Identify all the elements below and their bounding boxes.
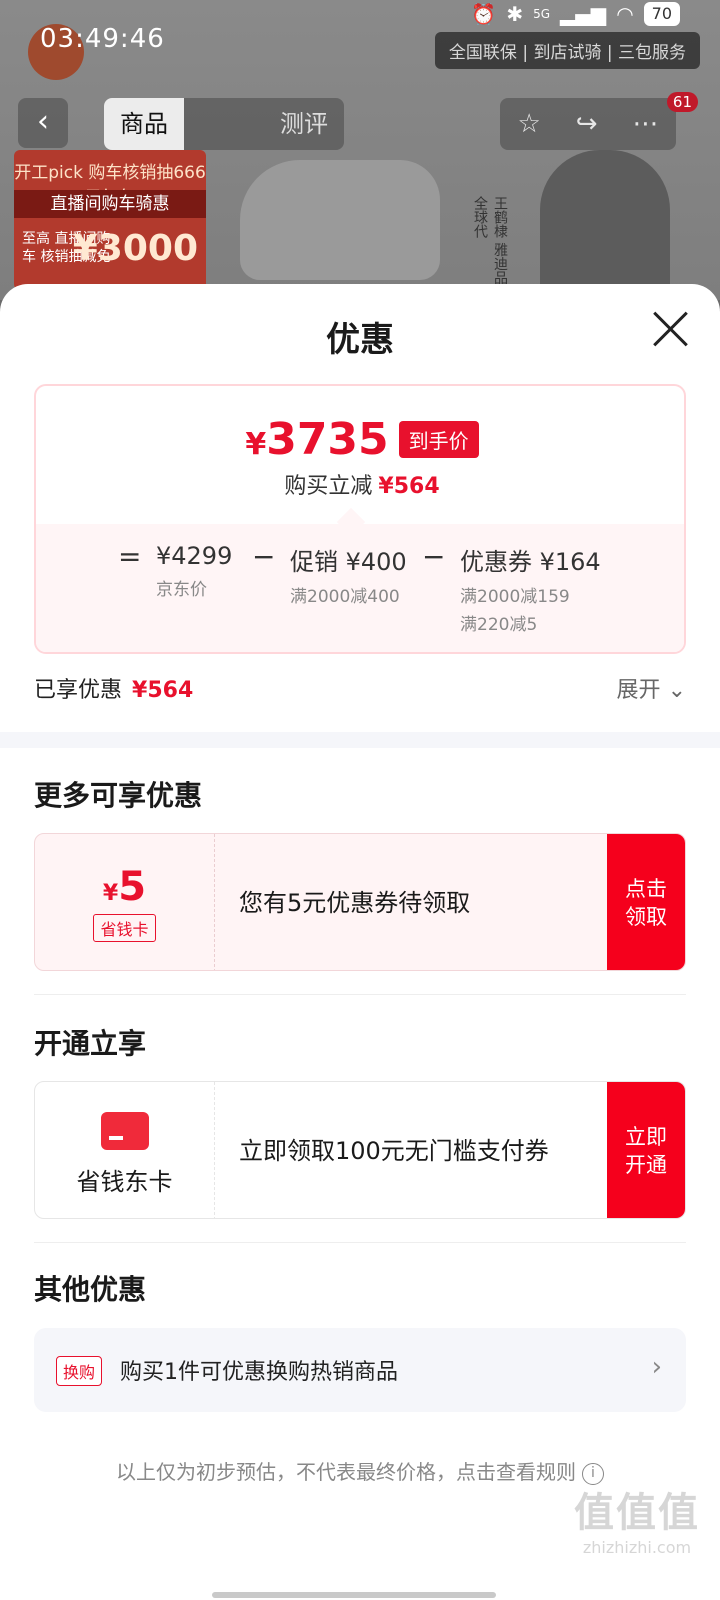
more-icon[interactable]: ⋯ xyxy=(632,109,658,139)
product-tabs: 商品 测评 xyxy=(104,98,344,150)
expand-button[interactable]: 展开 ⌄ xyxy=(617,672,686,704)
enjoyed-amount: ¥564 xyxy=(132,678,194,703)
final-price-row: ¥3735 到手价 xyxy=(36,414,684,465)
thin-divider xyxy=(34,1242,686,1243)
exchange-offer-row[interactable]: 换购 购买1件可优惠换购热销商品 › xyxy=(34,1328,686,1412)
claim-coupon-button[interactable]: 点击领取 xyxy=(607,834,685,970)
promo-amount: ¥3000 xyxy=(72,228,198,269)
reduce-amount: ¥564 xyxy=(378,474,440,499)
section-divider xyxy=(0,732,720,748)
alarm-icon: ⏰ xyxy=(471,2,497,26)
chevron-right-icon: › xyxy=(651,1352,662,1382)
coupon-col: 优惠券 ¥164 满2000减159 满220减5 xyxy=(460,542,601,637)
status-icons: ⏰ ✱ 5G ▂▄▆ ◠ 70 xyxy=(471,2,680,26)
watermark: 值值值 zhizhizhi.com xyxy=(574,1480,700,1557)
action-buttons: ☆ ↪ ⋯ xyxy=(500,98,676,150)
enjoyed-discount-row: 已享优惠 ¥564 展开 ⌄ xyxy=(34,672,686,704)
equals-sign: = xyxy=(118,540,142,573)
discount-sheet: 优惠 ¥3735 到手价 购买立减 ¥564 = ¥4299 京东价 − 促销 ¥… xyxy=(0,284,720,1600)
bluetooth-icon: ✱ xyxy=(506,2,524,26)
coupon-left: ¥5 省钱卡 xyxy=(35,834,215,970)
home-indicator[interactable] xyxy=(212,1592,496,1598)
share-icon[interactable]: ↪ xyxy=(576,109,598,139)
sheet-title: 优惠 xyxy=(326,320,394,360)
network-label: 5G xyxy=(533,7,551,21)
tab-blank[interactable] xyxy=(184,98,264,150)
endorser-image xyxy=(540,150,670,300)
open-card-button[interactable]: 立即开通 xyxy=(607,1082,685,1218)
promo-banner: 开工pick 购车核销抽666元红包 直播间购车骑惠 至高 直播间购车 核销抽减… xyxy=(14,150,206,290)
product-image xyxy=(240,160,440,280)
status-time: 03:49:46 xyxy=(40,24,165,54)
signal-icon: ▂▄▆ xyxy=(560,2,607,26)
exchange-text: 购买1件可优惠换购热销商品 xyxy=(120,1360,398,1385)
background-product-page: 03:49:46 全国联保 | 到店试骑 | 三包服务 ⏰ ✱ 5G ▂▄▆ ◠… xyxy=(0,0,720,300)
thin-divider xyxy=(34,994,686,995)
reduce-label: 购买立减 xyxy=(284,474,373,499)
top-nav: ‹ 商品 测评 ☆ ↪ ⋯ 61 xyxy=(0,92,720,152)
reduce-row: 购买立减 ¥564 xyxy=(36,468,684,500)
battery-indicator: 70 xyxy=(643,2,680,26)
coupon-offer-card: ¥5 省钱卡 您有5元优惠券待领取 点击领取 xyxy=(34,833,686,971)
final-price: ¥3735 xyxy=(245,414,389,465)
card-label: 省钱东卡 xyxy=(76,1168,173,1196)
watermark-logo: 值值值 xyxy=(574,1490,700,1536)
tab-review[interactable]: 测评 xyxy=(264,98,344,150)
disclaimer-text: 以上仅为初步预估，不代表最终价格，点击查看规则 xyxy=(116,1460,576,1484)
other-offers-title: 其他优惠 xyxy=(34,1273,147,1306)
promo-col: 促销 ¥400 满2000减400 xyxy=(290,542,407,609)
exchange-tag: 换购 xyxy=(56,1356,103,1386)
more-offers-title: 更多可享优惠 xyxy=(34,779,203,812)
final-price-tag: 到手价 xyxy=(398,421,479,458)
promo-amount-main: 促销 ¥400 xyxy=(290,548,407,576)
enjoyed-label: 已享优惠 xyxy=(34,678,123,703)
credit-card-icon xyxy=(100,1112,149,1150)
coupon-amount-main: 优惠券 ¥164 xyxy=(460,548,601,576)
price-breakdown: = ¥4299 京东价 − 促销 ¥400 满2000减400 − 优惠券 ¥1… xyxy=(36,524,684,652)
coupon-rule-1: 满2000减159 xyxy=(460,587,570,607)
service-banner: 全国联保 | 到店试骑 | 三包服务 xyxy=(434,32,700,69)
coupon-tag: 省钱卡 xyxy=(93,914,156,942)
promo-line2: 直播间购车骑惠 xyxy=(14,190,206,218)
jd-price-col: ¥4299 京东价 xyxy=(156,542,232,602)
tab-product[interactable]: 商品 xyxy=(104,98,184,150)
card-offer-card: 省钱东卡 立即领取100元无门槛支付券 立即开通 xyxy=(34,1081,686,1219)
coupon-rule-2: 满220减5 xyxy=(460,615,538,635)
back-button[interactable]: ‹ xyxy=(18,98,68,148)
price-summary-card: ¥3735 到手价 购买立减 ¥564 = ¥4299 京东价 − 促销 ¥400… xyxy=(34,384,686,654)
open-offer-title: 开通立享 xyxy=(34,1027,147,1060)
close-icon[interactable] xyxy=(650,308,690,348)
watermark-url: zhizhizhi.com xyxy=(582,1538,692,1557)
card-offer-text: 立即领取100元无门槛支付券 xyxy=(239,1137,549,1165)
jd-price-label: 京东价 xyxy=(156,580,207,600)
message-badge: 61 xyxy=(666,92,698,112)
wifi-icon: ◠ xyxy=(616,2,634,26)
coupon-amount: ¥5 xyxy=(102,864,147,910)
coupon-offer-text: 您有5元优惠券待领取 xyxy=(239,889,471,917)
card-left: 省钱东卡 xyxy=(35,1082,215,1218)
minus-sign-1: − xyxy=(252,540,276,573)
chevron-down-icon: ⌄ xyxy=(667,678,686,703)
star-icon[interactable]: ☆ xyxy=(517,109,540,139)
minus-sign-2: − xyxy=(422,540,446,573)
jd-price: ¥4299 xyxy=(156,542,233,570)
promo-rule: 满2000减400 xyxy=(290,587,400,607)
